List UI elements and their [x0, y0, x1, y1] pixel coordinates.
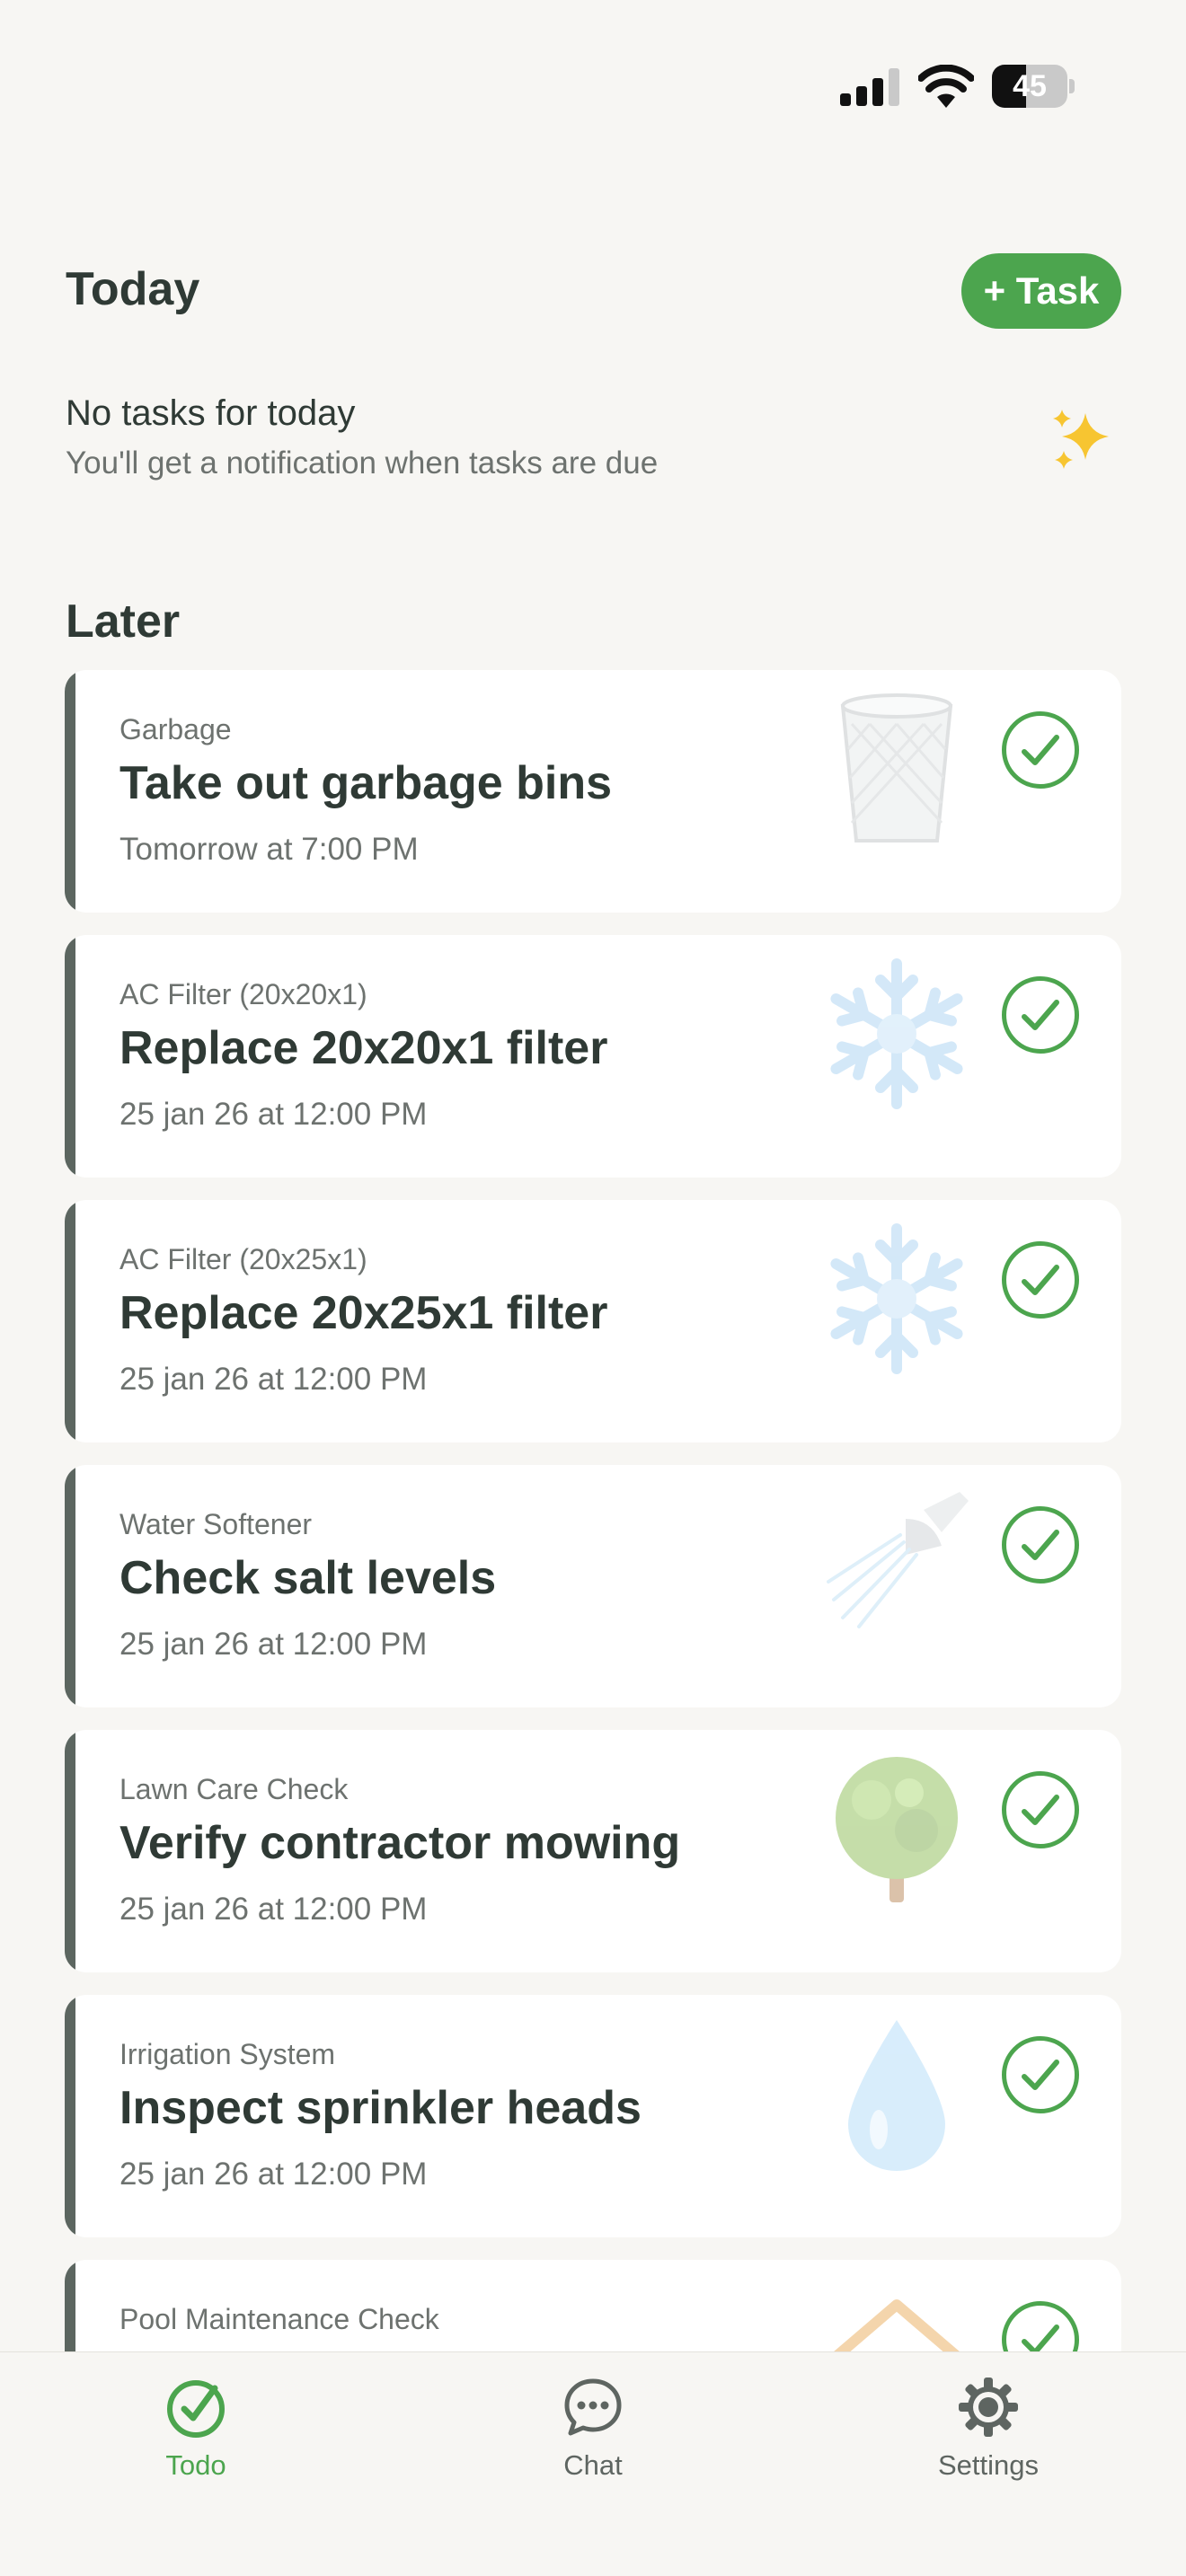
task-card[interactable]: Pool Maintenance CheckVerify pool cleani…	[65, 2260, 1121, 2351]
checkmark-icon	[1022, 1265, 1059, 1295]
checkmark-icon	[1022, 1000, 1059, 1030]
checkmark-icon	[1022, 2060, 1059, 2090]
complete-task-button[interactable]	[1002, 1771, 1079, 1848]
battery-percent: 45	[1013, 69, 1047, 103]
task-card-accent-bar	[65, 1995, 75, 2237]
add-task-button[interactable]: + Task	[961, 253, 1121, 329]
shower-icon	[816, 1483, 978, 1645]
wifi-icon	[918, 65, 974, 108]
tab-settings-label: Settings	[937, 2449, 1039, 2481]
task-card[interactable]: AC Filter (20x20x1) Replace 20x20x1 filte…	[65, 935, 1121, 1178]
battery-indicator: 45	[992, 65, 1075, 108]
later-title: Later	[66, 595, 181, 648]
task-title: Inspect sprinkler heads	[119, 2082, 642, 2134]
complete-task-button[interactable]	[1002, 2301, 1079, 2351]
tree-icon	[816, 1748, 978, 1910]
task-due-date: Tomorrow at 7:00 PM	[119, 832, 419, 867]
task-card[interactable]: Lawn Care Check Verify contractor mowing 2…	[65, 1730, 1121, 1972]
task-card[interactable]: Irrigation System Inspect sprinkler heads…	[65, 1995, 1121, 2237]
task-category: AC Filter (20x20x1)	[119, 978, 367, 1010]
task-category: Lawn Care Check	[119, 1773, 349, 1805]
task-due-date: 25 jan 26 at 12:00 PM	[119, 1892, 428, 1927]
task-category: Irrigation System	[119, 2038, 336, 2070]
snowflake-icon	[816, 953, 978, 1115]
tab-settings[interactable]: Settings	[890, 2376, 1087, 2501]
complete-task-button[interactable]	[1002, 976, 1079, 1054]
tab-todo-label: Todo	[165, 2449, 226, 2481]
tab-chat[interactable]: Chat	[494, 2376, 692, 2501]
check-circle-icon	[167, 2380, 225, 2438]
today-title: Today	[66, 263, 200, 315]
wastebasket-icon	[816, 688, 978, 850]
complete-task-button[interactable]	[1002, 1241, 1079, 1319]
task-title: Take out garbage bins	[119, 757, 613, 809]
tab-bar: Todo Chat Settings	[0, 2351, 1186, 2576]
empty-state-subtitle: You'll get a notification when tasks are…	[66, 446, 659, 481]
task-title: Check salt levels	[119, 1552, 497, 1604]
task-title: Replace 20x25x1 filter	[119, 1287, 608, 1339]
checkmark-icon	[1022, 1530, 1059, 1560]
task-category: Water Softener	[119, 1508, 313, 1540]
task-category: Pool Maintenance Check	[119, 2303, 439, 2335]
task-card-accent-bar	[65, 1200, 75, 1442]
task-list: Garbage Take out garbage bins Tomorrow at …	[65, 670, 1121, 2351]
house-icon	[816, 2278, 978, 2351]
task-card-accent-bar	[65, 1465, 75, 1707]
task-category: Garbage	[119, 713, 232, 745]
chat-bubble-icon	[564, 2378, 622, 2436]
task-category: AC Filter (20x25x1)	[119, 1243, 367, 1275]
tab-todo[interactable]: Todo	[97, 2376, 295, 2501]
droplet-icon	[816, 2013, 978, 2175]
status-bar: 45	[0, 0, 1186, 171]
gear-icon	[959, 2378, 1018, 2437]
complete-task-button[interactable]	[1002, 1506, 1079, 1584]
task-card-accent-bar	[65, 670, 75, 913]
complete-task-button[interactable]	[1002, 2036, 1079, 2113]
tab-chat-label: Chat	[563, 2449, 623, 2481]
checkmark-icon	[1022, 2325, 1059, 2351]
snowflake-icon	[816, 1218, 978, 1380]
empty-state-title: No tasks for today	[66, 393, 356, 433]
task-due-date: 25 jan 26 at 12:00 PM	[119, 1097, 428, 1132]
task-due-date: 25 jan 26 at 12:00 PM	[119, 1627, 428, 1662]
complete-task-button[interactable]	[1002, 711, 1079, 789]
task-due-date: 25 jan 26 at 12:00 PM	[119, 2157, 428, 2192]
checkmark-icon	[1022, 735, 1059, 765]
task-card[interactable]: Water Softener Check salt levels 25 jan 26…	[65, 1465, 1121, 1707]
task-card-accent-bar	[65, 2260, 75, 2351]
task-card-accent-bar	[65, 935, 75, 1178]
task-title: Verify contractor mowing	[119, 1817, 681, 1869]
task-due-date: 25 jan 26 at 12:00 PM	[119, 1362, 428, 1397]
task-card[interactable]: AC Filter (20x25x1) Replace 20x25x1 filte…	[65, 1200, 1121, 1442]
sparkles-icon	[1053, 410, 1109, 469]
checkmark-icon	[1022, 1795, 1059, 1825]
task-card[interactable]: Garbage Take out garbage bins Tomorrow at …	[65, 670, 1121, 913]
task-card-accent-bar	[65, 1730, 75, 1972]
cellular-signal-icon	[840, 68, 899, 106]
task-title: Replace 20x20x1 filter	[119, 1022, 608, 1074]
